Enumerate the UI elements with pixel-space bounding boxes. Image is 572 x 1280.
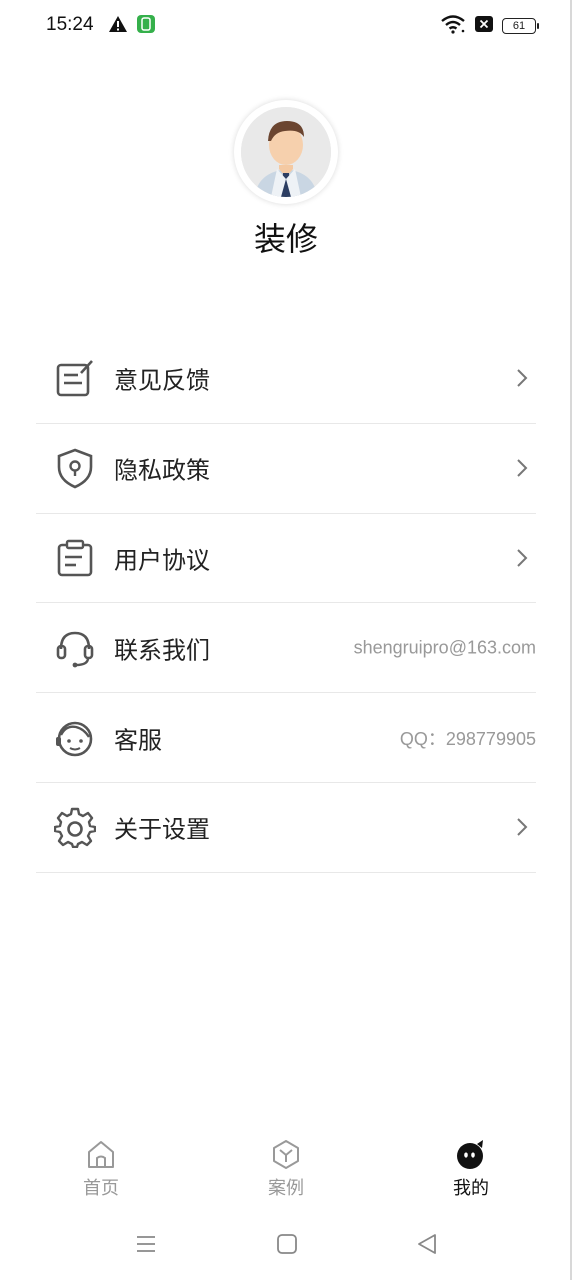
tab-label: 案例 <box>268 1178 304 1199</box>
warning-icon <box>108 15 128 33</box>
sim-off-icon <box>474 15 494 37</box>
tab-label: 首页 <box>83 1178 119 1199</box>
wifi-icon <box>440 14 466 38</box>
shield-icon <box>54 447 96 489</box>
menu-item-user-agreement[interactable]: 用户协议 <box>36 514 536 604</box>
status-time: 15:24 <box>46 14 94 35</box>
avatar[interactable] <box>234 100 338 204</box>
menu-item-label: 客服 <box>114 726 162 755</box>
home-square-icon[interactable] <box>275 1232 299 1256</box>
profile-face-icon <box>455 1138 487 1170</box>
menu-item-customer-service[interactable]: 客服 QQ：298779905 <box>36 693 536 783</box>
clipboard-icon <box>54 537 96 579</box>
home-icon <box>85 1138 117 1170</box>
battery-icon: 61 <box>502 18 539 34</box>
gear-icon <box>54 806 96 849</box>
cube-icon <box>270 1138 302 1170</box>
back-triangle-icon[interactable] <box>415 1232 439 1256</box>
feedback-icon <box>54 357 96 399</box>
tab-home[interactable]: 首页 <box>51 1138 151 1200</box>
menu-item-about-settings[interactable]: 关于设置 <box>36 783 536 873</box>
status-bar: 15:24 61 <box>0 0 572 52</box>
tab-mine[interactable]: 我的 <box>421 1138 521 1200</box>
menu-item-label: 联系我们 <box>114 636 210 665</box>
settings-menu: 意见反馈 隐私政策 用户协议 联系我们 shengruipro@163.com <box>36 334 536 873</box>
menu-item-label: 用户协议 <box>114 546 210 575</box>
bottom-tab-bar: 首页 案例 我的 <box>0 1138 572 1206</box>
tab-cases[interactable]: 案例 <box>236 1138 336 1200</box>
system-nav-bar <box>0 1222 572 1266</box>
chevron-right-icon <box>514 456 530 480</box>
menu-item-label: 隐私政策 <box>114 456 210 485</box>
businessman-avatar-icon <box>241 107 331 197</box>
chevron-right-icon <box>514 815 530 839</box>
headset-icon <box>54 627 96 669</box>
chevron-right-icon <box>514 366 530 390</box>
menu-item-privacy-policy[interactable]: 隐私政策 <box>36 424 536 514</box>
tab-label: 我的 <box>453 1178 489 1199</box>
menu-icon[interactable] <box>134 1232 158 1256</box>
app-notification-icon <box>136 14 156 34</box>
contact-email: shengruipro@163.com <box>353 637 536 658</box>
menu-item-feedback[interactable]: 意见反馈 <box>36 334 536 424</box>
battery-level: 61 <box>512 20 526 32</box>
profile-name: 装修 <box>253 220 318 258</box>
customer-service-qq: QQ：298779905 <box>399 728 536 749</box>
menu-item-contact-us[interactable]: 联系我们 shengruipro@163.com <box>36 603 536 694</box>
menu-item-label: 关于设置 <box>114 815 210 844</box>
menu-item-label: 意见反馈 <box>114 366 210 395</box>
chevron-right-icon <box>514 546 530 570</box>
customer-service-icon <box>54 717 96 759</box>
